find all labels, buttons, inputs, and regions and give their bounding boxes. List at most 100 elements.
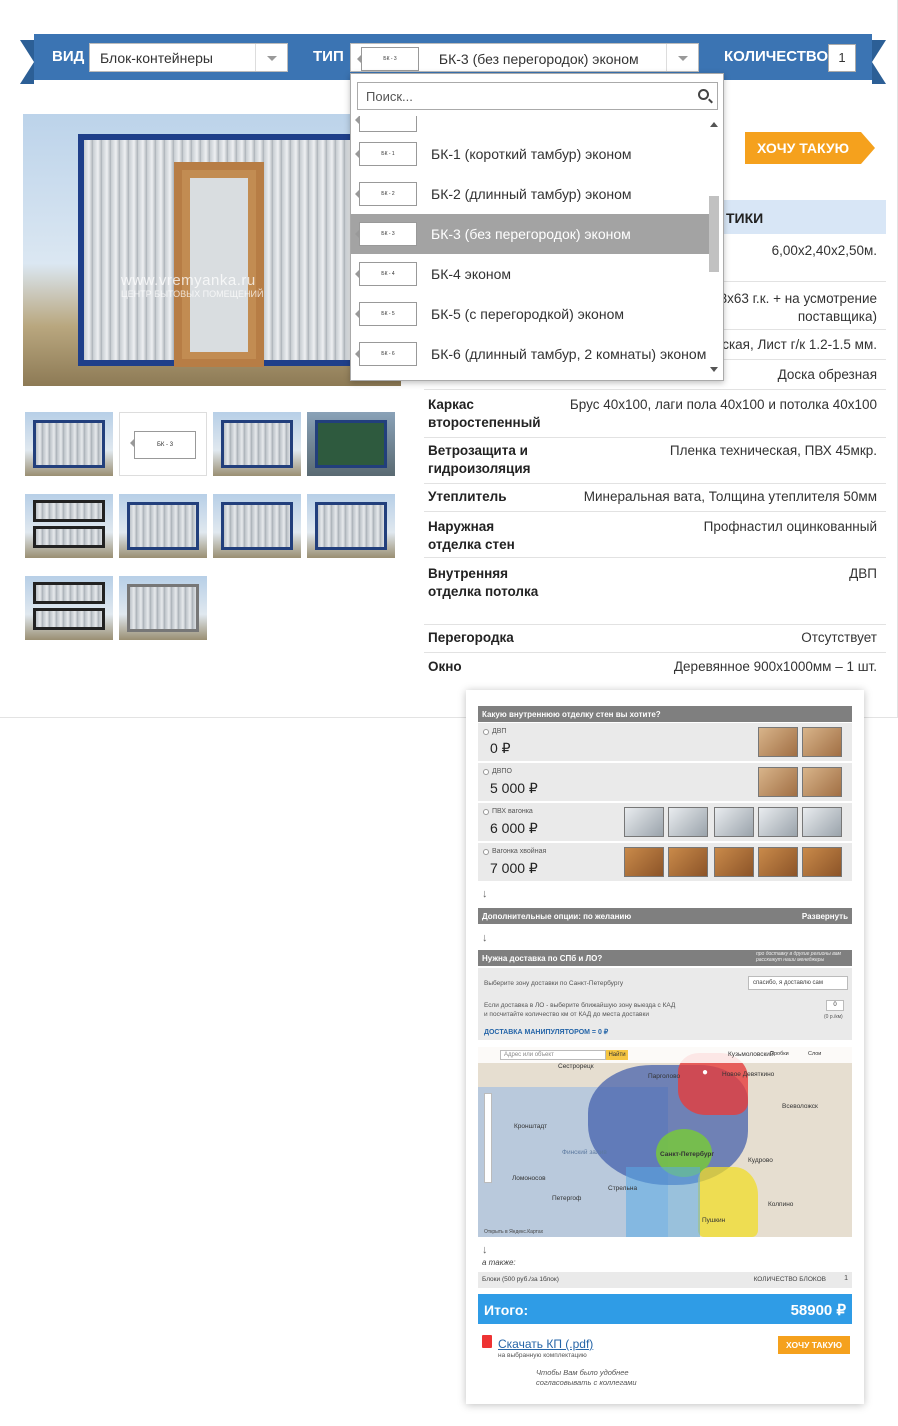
map-pin-icon[interactable]: ● [702, 1067, 708, 1078]
qty-input[interactable]: 1 [828, 44, 856, 72]
gallery-thumb[interactable] [213, 412, 301, 476]
map-label: Петергоф [552, 1195, 582, 1202]
radio-button[interactable] [483, 769, 489, 775]
finish-photo[interactable] [802, 767, 842, 797]
finish-price: 7 000 ₽ [490, 860, 538, 876]
main-product-photo[interactable]: www.vremyanka.ru ЦЕНТР БЫТОВЫХ ПОМЕЩЕНИЙ [23, 114, 401, 386]
map-zone-yellow[interactable] [698, 1167, 758, 1237]
scroll-down-icon[interactable] [710, 367, 718, 372]
search-icon[interactable] [698, 89, 709, 100]
finish-photo[interactable] [758, 727, 798, 757]
spec-key: Окно [428, 659, 462, 674]
blocks-qty[interactable]: 1 [844, 1275, 848, 1282]
spec-key: Каркас второстепенный [428, 397, 541, 430]
finish-photo[interactable] [714, 807, 754, 837]
extra-options-header[interactable]: Дополнительные опции: по желанию Разверн… [478, 908, 852, 924]
gallery-thumb[interactable] [213, 494, 301, 558]
want-this-button[interactable]: ХОЧУ ТАКУЮ [745, 132, 875, 164]
finish-photo[interactable] [802, 847, 842, 877]
finish-photo[interactable] [624, 847, 664, 877]
dropdown-item[interactable]: БК - 4 БК-4 эконом [351, 254, 709, 294]
radio-button[interactable] [483, 729, 489, 735]
finish-price: 0 ₽ [490, 740, 511, 756]
arrow-icon: ↓ [482, 1244, 488, 1256]
dropdown-search-input[interactable]: Поиск... [357, 82, 718, 110]
watermark-sub: ЦЕНТР БЫТОВЫХ ПОМЕЩЕНИЙ [121, 289, 264, 299]
finish-option[interactable]: ПВХ вагонка 6 000 ₽ [478, 803, 852, 842]
finish-option[interactable]: Вагонка хвойная 7 000 ₽ [478, 843, 852, 882]
spec-value: Пленка техническая, ПВХ 45мкр. [669, 443, 877, 458]
expand-link[interactable]: Развернуть [802, 912, 848, 921]
dropdown-item[interactable]: БК - 6 БК-6 (длинный тамбур, 2 комнаты) э… [351, 334, 709, 374]
gallery-thumb[interactable] [307, 412, 395, 476]
finish-photo[interactable] [758, 767, 798, 797]
delivery-map[interactable]: Адрес или объект Найти Пробки Слои Санкт… [478, 1047, 852, 1237]
map-layers-button[interactable]: Слои [808, 1051, 821, 1057]
dropdown-item[interactable]: БК - 5 БК-5 (с перегородкой) эконом [351, 294, 709, 334]
tip-select[interactable]: БК - 3 БК-3 (без перегородок) эконом [350, 43, 699, 72]
dropdown-item[interactable]: БК - 2 БК-2 (длинный тамбур) эконом [351, 174, 709, 214]
finish-photo[interactable] [714, 847, 754, 877]
map-search-input[interactable]: Адрес или объект [500, 1050, 606, 1060]
plan-icon [355, 116, 417, 132]
want-this-button-small[interactable]: ХОЧУ ТАКУЮ [778, 1336, 850, 1354]
dropdown-item-selected[interactable]: БК - 3 БК-3 (без перегородок) эконом [351, 214, 709, 254]
finish-photo[interactable] [802, 807, 842, 837]
gallery-thumb[interactable] [119, 576, 207, 640]
plan-icon: БК - 5 [355, 302, 417, 326]
lo-text-1: Если доставка в ЛО - выберите ближайшую … [484, 1002, 676, 1009]
scroll-up-icon[interactable] [710, 122, 718, 127]
finish-photo[interactable] [758, 807, 798, 837]
map-label: Новое Девяткино [722, 1071, 775, 1078]
km-input[interactable]: 0 [826, 1000, 844, 1011]
finish-photo[interactable] [802, 727, 842, 757]
also-label: а также: [482, 1258, 516, 1267]
spec-value: Отсутствует [801, 630, 877, 645]
spec-value: Минеральная вата, Толщина утеплителя 50м… [583, 489, 877, 504]
gallery-thumb[interactable] [307, 494, 395, 558]
total-bar: Итого: 58900 ₽ [478, 1294, 852, 1324]
radio-button[interactable] [483, 809, 489, 815]
map-search-button[interactable]: Найти [606, 1050, 628, 1060]
map-footer-link[interactable]: Открыть в Яндекс.Картах [484, 1229, 543, 1235]
finish-photo[interactable] [668, 847, 708, 877]
finish-name: Вагонка хвойная [492, 848, 547, 855]
finish-option[interactable]: ДВПО 5 000 ₽ [478, 763, 852, 802]
map-label: Кузьмоловский [728, 1051, 774, 1058]
dropdown-scrollbar[interactable] [707, 118, 721, 378]
list-item-partial[interactable] [351, 116, 709, 134]
arrow-icon: ↓ [482, 932, 488, 944]
gallery-thumb[interactable] [25, 576, 113, 640]
tip-dropdown: Поиск... БК - 1 БК-1 (короткий тамбур) эк… [350, 73, 724, 381]
spec-key: Утеплитель [428, 489, 507, 504]
finish-photo[interactable] [624, 807, 664, 837]
vid-label: ВИД [52, 48, 85, 65]
map-label: Всеволожск [782, 1103, 818, 1110]
spec-key: Внутренняя отделка потолка [428, 566, 539, 599]
door-image [174, 162, 264, 367]
zone-select[interactable]: спасибо, я доставлю сам [748, 976, 848, 990]
map-zone-lightblue[interactable] [626, 1167, 700, 1237]
dropdown-item-label: БК-2 (длинный тамбур) эконом [431, 186, 632, 202]
map-zoom-control[interactable] [484, 1093, 492, 1183]
vid-select[interactable]: Блок-контейнеры [89, 43, 288, 72]
manipulator-delivery: ДОСТАВКА МАНИПУЛЯТОРОМ = 0 ₽ [484, 1029, 609, 1036]
km-unit: (0 р./км) [824, 1014, 843, 1020]
finish-photo[interactable] [758, 847, 798, 877]
scroll-thumb[interactable] [709, 196, 719, 272]
finish-option[interactable]: ДВП 0 ₽ [478, 723, 852, 762]
zone-label: Выберите зону доставки по Санкт-Петербур… [484, 980, 624, 987]
finish-photo[interactable] [668, 807, 708, 837]
gallery-thumb[interactable] [25, 494, 113, 558]
ribbon-left-end [20, 40, 34, 84]
radio-button[interactable] [483, 849, 489, 855]
gallery-thumb[interactable] [119, 494, 207, 558]
map-label: Кронштадт [514, 1123, 548, 1130]
download-kp-link[interactable]: Скачать КП (.pdf) [498, 1337, 593, 1351]
chevron-down-icon[interactable] [666, 44, 698, 71]
handwritten-note: Чтобы Вам было удобнее согласовывать с к… [536, 1368, 637, 1387]
gallery-thumb[interactable] [25, 412, 113, 476]
dropdown-item[interactable]: БК - 1 БК-1 (короткий тамбур) эконом [351, 134, 709, 174]
gallery-thumb-plan[interactable]: БК - 3 [119, 412, 207, 476]
chevron-down-icon[interactable] [255, 44, 287, 71]
